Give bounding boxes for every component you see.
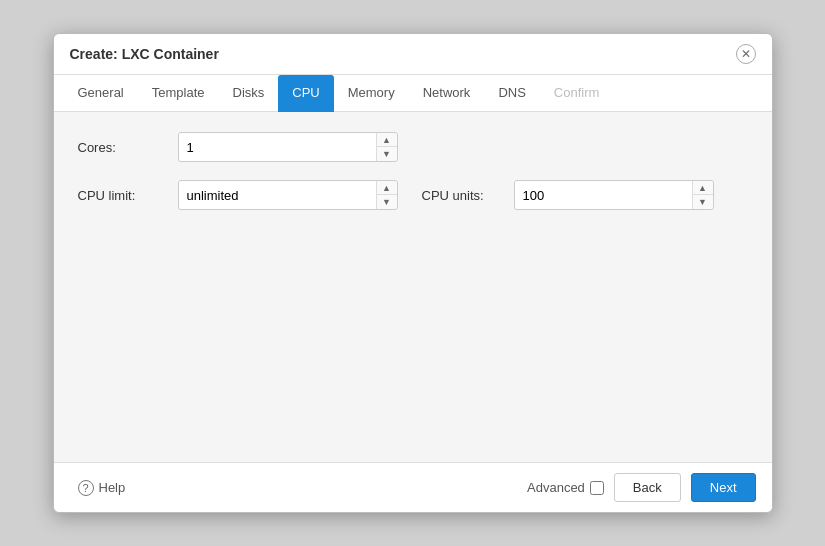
cores-spin-up[interactable]: ▲	[377, 133, 397, 147]
cpu-limit-spin-arrows: ▲ ▼	[376, 181, 397, 209]
dialog-body: Cores: ▲ ▼ CPU limit: ▲	[54, 112, 772, 462]
help-label: Help	[99, 480, 126, 495]
close-button[interactable]: ✕	[736, 44, 756, 64]
cpu-limit-label: CPU limit:	[78, 188, 178, 203]
tab-general[interactable]: General	[64, 75, 138, 112]
back-button[interactable]: Back	[614, 473, 681, 502]
cores-input[interactable]	[179, 135, 376, 160]
footer-right: Advanced Back Next	[527, 473, 755, 502]
cores-spin-arrows: ▲ ▼	[376, 133, 397, 161]
cores-spin-down[interactable]: ▼	[377, 147, 397, 161]
cpu-limit-input-wrapper: ▲ ▼	[178, 180, 398, 210]
cpu-limit-spin-down[interactable]: ▼	[377, 195, 397, 209]
cores-input-wrapper: ▲ ▼	[178, 132, 398, 162]
next-button[interactable]: Next	[691, 473, 756, 502]
close-icon: ✕	[741, 48, 751, 60]
cores-label: Cores:	[78, 140, 178, 155]
advanced-checkbox[interactable]	[590, 481, 604, 495]
advanced-label[interactable]: Advanced	[527, 480, 604, 495]
cpu-units-section: CPU units: ▲ ▼	[422, 180, 714, 210]
down-arrow-icon: ▼	[382, 149, 391, 159]
tab-confirm: Confirm	[540, 75, 614, 112]
cpu-units-spin-arrows: ▲ ▼	[692, 181, 713, 209]
create-lxc-dialog: Create: LXC Container ✕ General Template…	[53, 33, 773, 513]
tab-cpu[interactable]: CPU	[278, 75, 333, 112]
dialog-footer: ? Help Advanced Back Next	[54, 462, 772, 512]
down-arrow-icon: ▼	[698, 197, 707, 207]
up-arrow-icon: ▲	[382, 183, 391, 193]
cores-row: Cores: ▲ ▼	[78, 132, 748, 162]
tab-dns[interactable]: DNS	[484, 75, 539, 112]
down-arrow-icon: ▼	[382, 197, 391, 207]
up-arrow-icon: ▲	[382, 135, 391, 145]
cpu-limit-row: CPU limit: ▲ ▼ CPU units:	[78, 180, 748, 210]
tab-disks[interactable]: Disks	[219, 75, 279, 112]
cpu-units-input[interactable]	[515, 183, 692, 208]
cpu-limit-input[interactable]	[179, 183, 376, 208]
up-arrow-icon: ▲	[698, 183, 707, 193]
tab-memory[interactable]: Memory	[334, 75, 409, 112]
cpu-units-input-wrapper: ▲ ▼	[514, 180, 714, 210]
cpu-units-spin-up[interactable]: ▲	[693, 181, 713, 195]
cpu-units-spin-down[interactable]: ▼	[693, 195, 713, 209]
cpu-units-label: CPU units:	[422, 188, 502, 203]
dialog-title-bar: Create: LXC Container ✕	[54, 34, 772, 75]
tab-bar: General Template Disks CPU Memory Networ…	[54, 75, 772, 112]
dialog-title: Create: LXC Container	[70, 46, 219, 62]
tab-network[interactable]: Network	[409, 75, 485, 112]
advanced-text: Advanced	[527, 480, 585, 495]
help-button[interactable]: ? Help	[70, 476, 134, 500]
tab-template[interactable]: Template	[138, 75, 219, 112]
help-icon: ?	[78, 480, 94, 496]
cpu-limit-spin-up[interactable]: ▲	[377, 181, 397, 195]
